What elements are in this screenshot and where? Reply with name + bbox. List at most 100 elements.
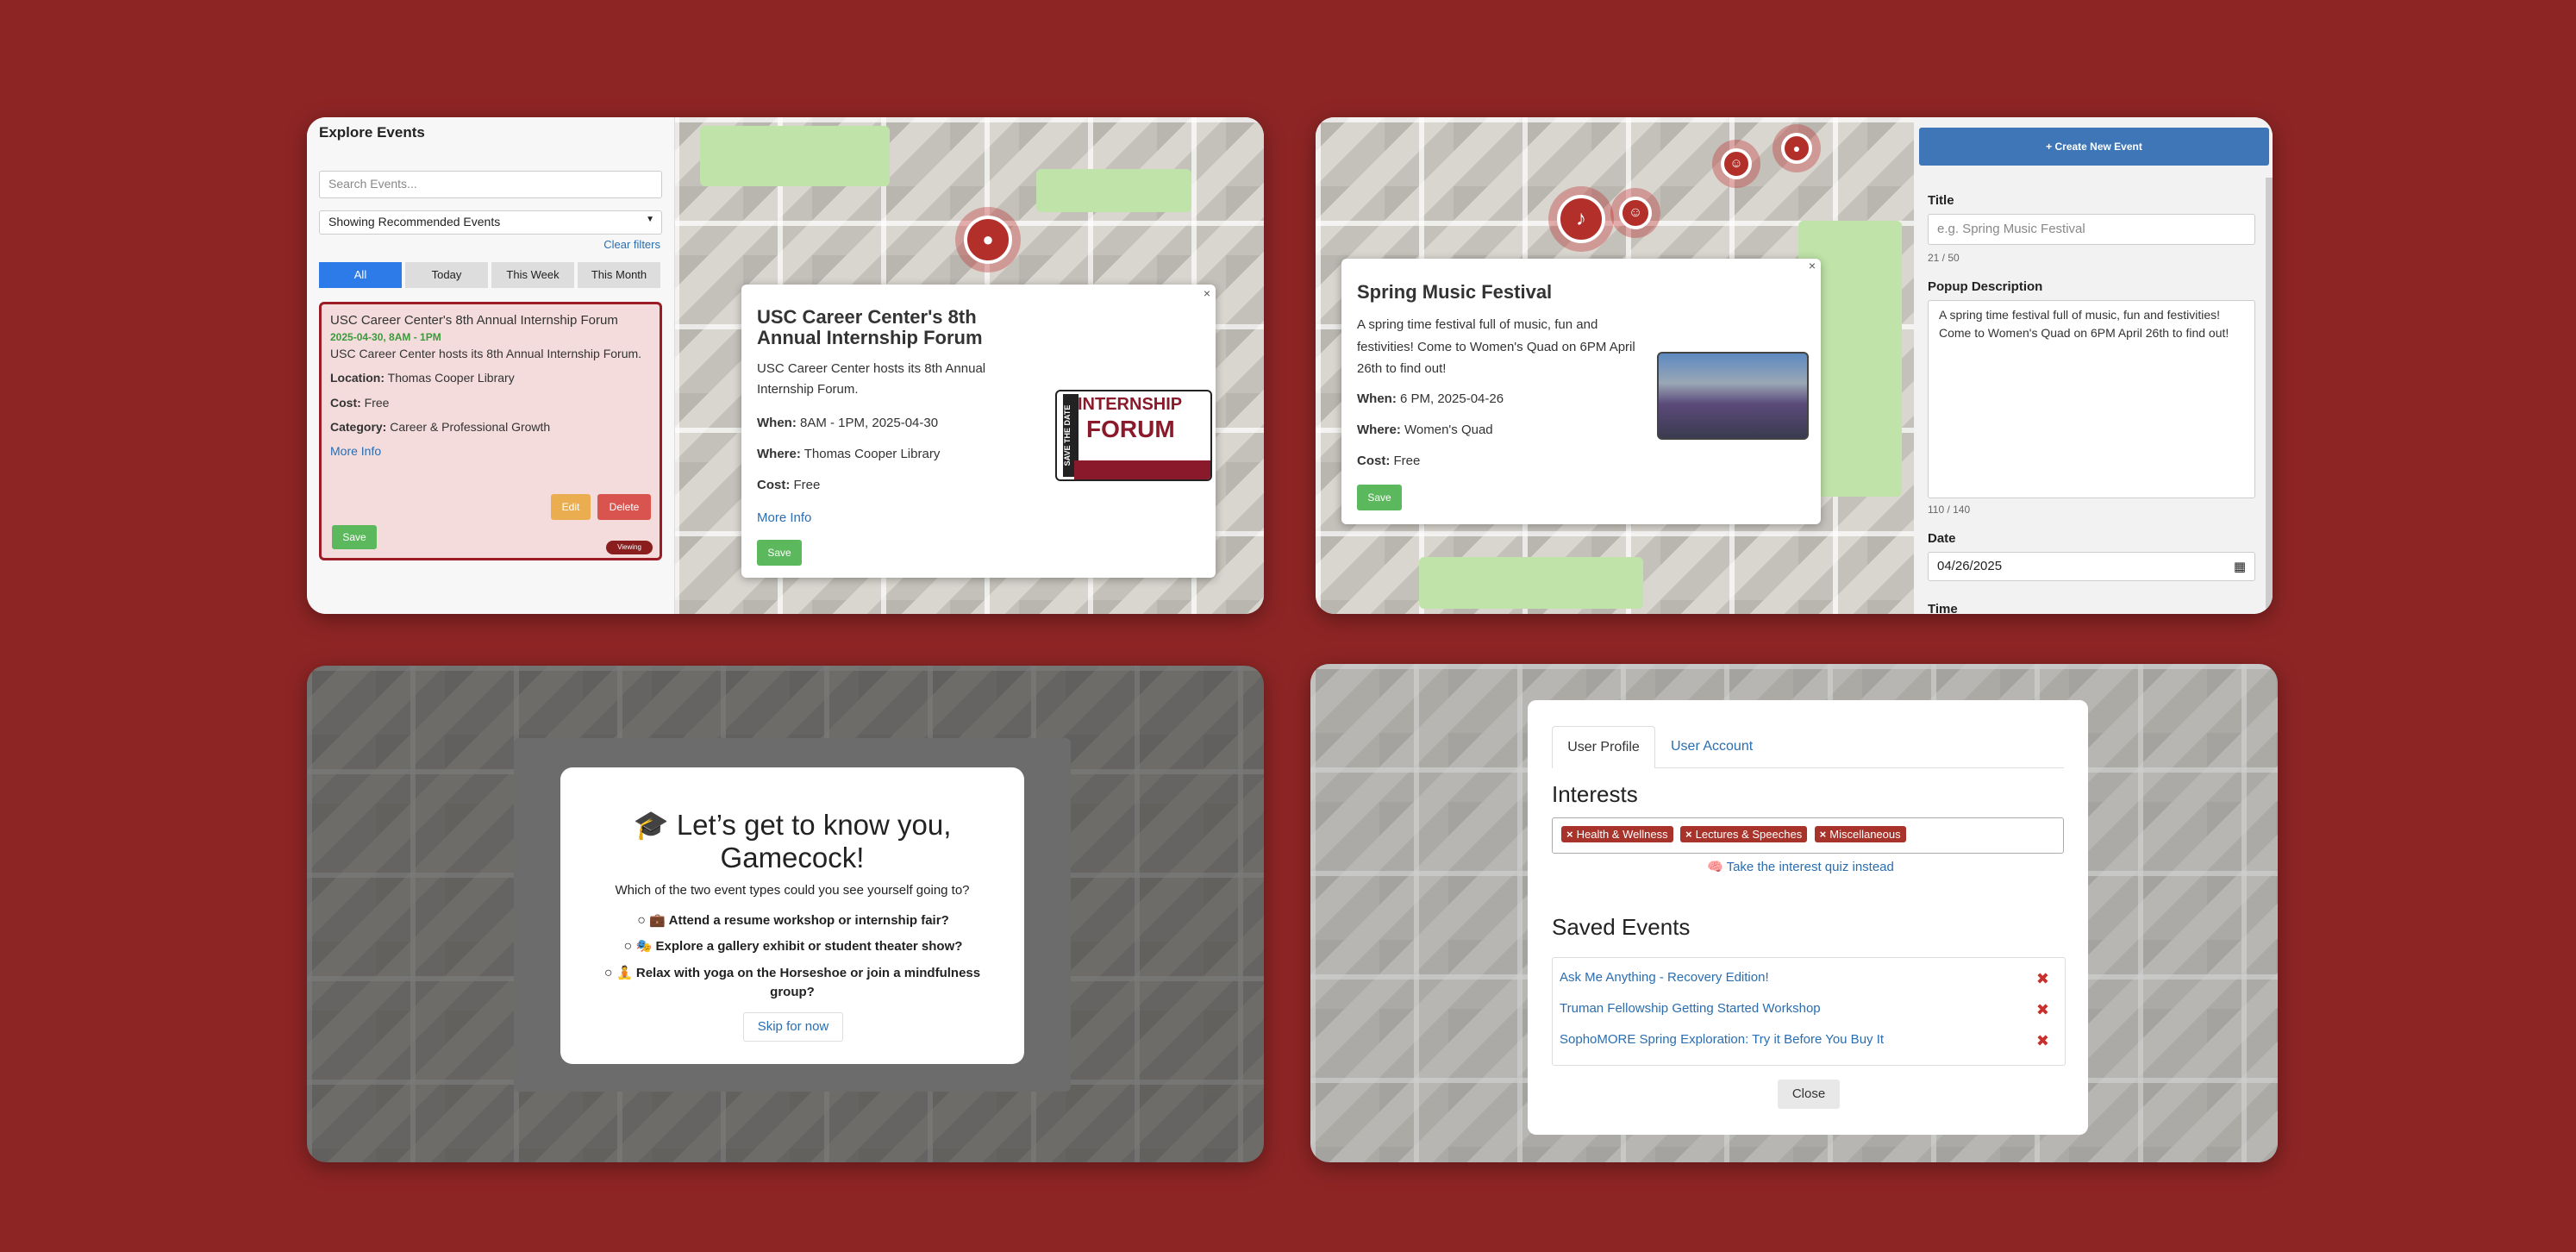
where-label: Where:	[757, 447, 801, 461]
event-card[interactable]: USC Career Center's 8th Annual Internshi…	[319, 302, 662, 560]
create-new-event-button[interactable]: + Create New Event	[1919, 128, 2269, 166]
event-flyer-image: SAVE THE DATE INTERNSHIP FORUM	[1055, 390, 1212, 481]
popup-save-button[interactable]: Save	[1357, 485, 1402, 510]
where-value: Thomas Cooper Library	[803, 447, 941, 461]
tab-user-profile[interactable]: User Profile	[1552, 726, 1655, 768]
delete-button[interactable]: Delete	[597, 494, 651, 520]
map-park	[1036, 169, 1191, 212]
close-button[interactable]: Close	[1778, 1080, 1840, 1109]
quiz-option[interactable]: ○ 🎭 Explore a gallery exhibit or student…	[612, 938, 974, 955]
event-card-datetime: 2025-04-30, 8AM - 1PM	[330, 330, 441, 343]
flyer-title-2: FORUM	[1086, 416, 1175, 442]
tab-this-month[interactable]: This Month	[578, 262, 660, 288]
option-label: 🧘 Relax with yoga on the Horseshoe or jo…	[616, 966, 981, 1000]
quiz-question: Which of the two event types could you s…	[615, 883, 970, 898]
when-value: 8AM - 1PM, 2025-04-30	[800, 416, 939, 430]
title-input[interactable]: e.g. Spring Music Festival	[1928, 214, 2255, 245]
remove-tag-icon[interactable]: ×	[1566, 828, 1573, 841]
form-scrollbar[interactable]	[2266, 178, 2273, 614]
person-marker-icon[interactable]: ●	[1781, 133, 1812, 164]
sidebar-title: Explore Events	[319, 124, 425, 141]
radio-button[interactable]: ○	[624, 939, 633, 954]
interest-quiz-link[interactable]: 🧠 Take the interest quiz instead	[1707, 859, 1894, 874]
radio-button[interactable]: ○	[604, 966, 613, 980]
theater-marker-icon[interactable]: ☺	[1619, 197, 1652, 229]
popup-save-button[interactable]: Save	[757, 540, 802, 566]
saved-event-row[interactable]: SophoMORE Spring Exploration: Try it Bef…	[1560, 1032, 2058, 1050]
map-park	[700, 126, 890, 186]
skip-button[interactable]: Skip for now	[743, 1012, 843, 1042]
calendar-icon[interactable]: ▦	[2234, 559, 2246, 574]
popup-when: When: 6 PM, 2025-04-26	[1357, 391, 1504, 406]
where-label: Where:	[1357, 423, 1401, 437]
tab-user-account[interactable]: User Account	[1671, 726, 1753, 767]
interest-tag-label: Miscellaneous	[1829, 828, 1901, 841]
tab-all[interactable]: All	[319, 262, 402, 288]
interest-tag[interactable]: × Miscellaneous	[1814, 826, 1906, 842]
interests-tag-input[interactable]: × Health & Wellness × Lectures & Speeches …	[1552, 817, 2064, 854]
interest-tag-label: Health & Wellness	[1576, 828, 1668, 841]
more-info-link[interactable]: More Info	[330, 442, 651, 460]
edit-button[interactable]: Edit	[551, 494, 591, 520]
popup-description: A spring time festival full of music, fu…	[1357, 317, 1635, 376]
remove-icon[interactable]: ✖	[2036, 970, 2049, 988]
saved-event-link[interactable]: Ask Me Anything - Recovery Edition!	[1560, 970, 1769, 985]
date-input[interactable]: 04/26/2025 ▦	[1928, 552, 2255, 581]
date-value: 04/26/2025	[1937, 559, 2003, 573]
event-card-category: Category: Career & Professional Growth	[330, 418, 651, 435]
option-label: 💼 Attend a resume workshop or internship…	[649, 913, 949, 928]
tab-this-week[interactable]: This Week	[491, 262, 574, 288]
search-input[interactable]: Search Events...	[319, 171, 662, 198]
event-marker-icon[interactable]: ●	[964, 216, 1012, 264]
event-filter-select[interactable]: Showing Recommended Events ▼	[319, 210, 662, 235]
date-label: Date	[1928, 531, 1956, 546]
interest-quiz-panel: 🎓 Let’s get to know you, Gamecock! Which…	[307, 666, 1264, 1162]
remove-tag-icon[interactable]: ×	[1685, 828, 1692, 841]
theater-marker-icon[interactable]: ☺	[1721, 148, 1752, 179]
popup-more-info-link[interactable]: More Info	[757, 510, 811, 525]
saved-event-link[interactable]: SophoMORE Spring Exploration: Try it Bef…	[1560, 1032, 1884, 1047]
location-label: Location:	[330, 371, 385, 385]
interest-tag[interactable]: × Health & Wellness	[1561, 826, 1673, 842]
title-char-count: 21 / 50	[1928, 252, 1960, 264]
profile-tabs: User Profile User Account	[1552, 726, 2064, 768]
event-card-title: USC Career Center's 8th Annual Internshi…	[330, 313, 618, 328]
remove-icon[interactable]: ✖	[2036, 1032, 2049, 1050]
viewing-badge: Viewing	[606, 541, 653, 554]
saved-events-list: Ask Me Anything - Recovery Edition! ✖ Tr…	[1552, 957, 2066, 1066]
saved-event-row[interactable]: Ask Me Anything - Recovery Edition! ✖	[1560, 970, 2058, 988]
description-textarea[interactable]: A spring time festival full of music, fu…	[1928, 300, 2255, 498]
saved-event-row[interactable]: Truman Fellowship Getting Started Worksh…	[1560, 1001, 2058, 1019]
close-icon[interactable]: ×	[1809, 259, 1816, 272]
create-event-form: + Create New Event Title e.g. Spring Mus…	[1914, 117, 2273, 614]
create-event-panel: ♪ ☺ ☺ ● × Spring Music Festival A spring…	[1316, 117, 2273, 614]
category-label: Category:	[330, 420, 387, 435]
save-button[interactable]: Save	[332, 525, 377, 549]
quiz-option[interactable]: ○ 💼 Attend a resume workshop or internsh…	[629, 912, 957, 929]
cost-label: Cost:	[330, 395, 361, 410]
date-filter-tabs: All Today This Week This Month	[319, 262, 660, 288]
close-icon[interactable]: ×	[1204, 286, 1210, 300]
flyer-title-1: INTERNSHIP	[1078, 395, 1183, 414]
popup-cost-value: Free	[793, 478, 821, 492]
interests-heading: Interests	[1552, 781, 1638, 807]
quiz-modal: 🎓 Let’s get to know you, Gamecock! Which…	[560, 767, 1024, 1064]
clear-filters-link[interactable]: Clear filters	[603, 238, 660, 251]
interest-tag[interactable]: × Lectures & Speeches	[1680, 826, 1808, 842]
quiz-option[interactable]: ○ 🧘 Relax with yoga on the Horseshoe or …	[598, 964, 986, 1003]
remove-tag-icon[interactable]: ×	[1820, 828, 1827, 841]
when-label: When:	[757, 416, 797, 430]
event-card-location: Location: Thomas Cooper Library	[330, 369, 651, 386]
chevron-down-icon: ▼	[646, 215, 654, 224]
user-profile-panel: User Profile User Account Interests × Hea…	[1310, 664, 2278, 1162]
tab-today[interactable]: Today	[405, 262, 488, 288]
music-marker-icon[interactable]: ♪	[1557, 195, 1605, 243]
when-label: When:	[1357, 391, 1397, 406]
festival-photo	[1657, 352, 1809, 440]
event-card-cost: Cost: Free	[330, 394, 651, 411]
saved-event-link[interactable]: Truman Fellowship Getting Started Worksh…	[1560, 1001, 1821, 1016]
remove-icon[interactable]: ✖	[2036, 1001, 2049, 1019]
radio-button[interactable]: ○	[637, 913, 646, 928]
option-label: 🎭 Explore a gallery exhibit or student t…	[635, 939, 963, 954]
popup-cost: Cost: Free	[757, 478, 820, 492]
